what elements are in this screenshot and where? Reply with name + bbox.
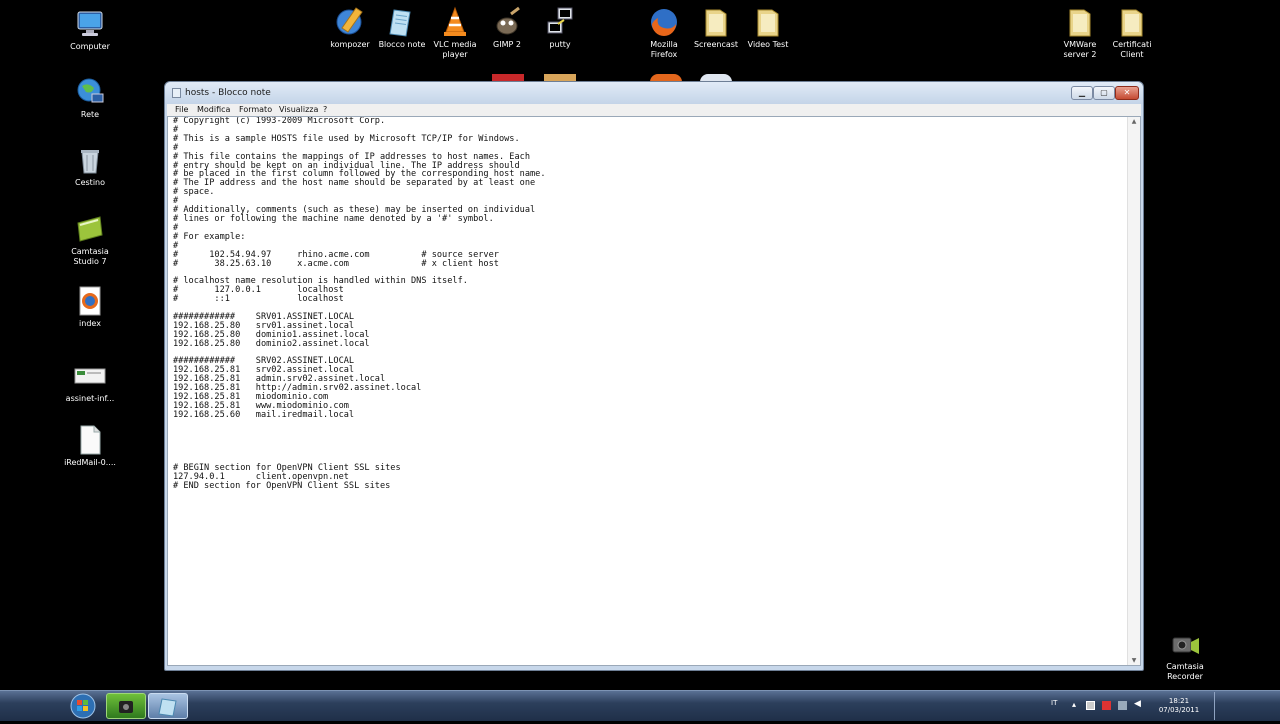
notepad-icon bbox=[386, 6, 418, 38]
vertical-scrollbar[interactable]: ▲ ▼ bbox=[1127, 117, 1140, 665]
notepad-app-icon bbox=[172, 88, 181, 98]
close-button[interactable]: ✕ bbox=[1115, 86, 1139, 100]
notepad-window[interactable]: hosts - Blocco note ▁ ▢ ✕ File Modifica … bbox=[164, 81, 1144, 671]
network-icon[interactable] bbox=[1118, 701, 1127, 710]
firefox-icon bbox=[648, 6, 680, 38]
desktop-icon-label: Computer bbox=[70, 42, 110, 51]
desktop-icon-certificati-client[interactable]: Certificati Client bbox=[1100, 6, 1164, 60]
desktop-icon-putty[interactable]: putty bbox=[528, 6, 592, 50]
menu-modifica[interactable]: Modifica bbox=[197, 104, 230, 116]
desktop-icon-camtasia-recorder[interactable]: Camtasia Recorder bbox=[1153, 628, 1217, 682]
menu-visualizza[interactable]: Visualizza bbox=[279, 104, 318, 116]
file-document-icon bbox=[74, 424, 106, 456]
taskbar-camtasia-button[interactable] bbox=[106, 693, 146, 719]
desktop-icon-cestino[interactable]: Cestino bbox=[58, 144, 122, 188]
desktop-icon-index[interactable]: index bbox=[58, 285, 122, 329]
putty-terminal-icon bbox=[544, 6, 576, 38]
desktop-icon-label: assinet-inf... bbox=[65, 394, 115, 403]
desktop-icon-video-test[interactable]: Video Test bbox=[736, 6, 800, 50]
desktop-icon-label: Rete bbox=[80, 110, 100, 119]
clock-time: 18:21 bbox=[1168, 697, 1190, 705]
vlc-cone-icon bbox=[439, 6, 471, 38]
window-titlebar[interactable]: hosts - Blocco note ▁ ▢ ✕ bbox=[165, 82, 1143, 104]
image-thumbnail-icon bbox=[74, 360, 106, 392]
clock-date: 07/03/2011 bbox=[1158, 706, 1200, 714]
notepad-icon bbox=[158, 698, 177, 717]
desktop-icon-computer[interactable]: Computer bbox=[58, 8, 122, 52]
minimize-button[interactable]: ▁ bbox=[1071, 86, 1093, 100]
maximize-icon: ▢ bbox=[1100, 88, 1108, 97]
start-button[interactable] bbox=[68, 693, 98, 719]
desktop-icon-camtasia-studio[interactable]: Camtasia Studio 7 bbox=[58, 213, 122, 267]
windows-logo-icon bbox=[70, 693, 96, 719]
camtasia-recorder-icon bbox=[119, 701, 133, 713]
folder-icon bbox=[1064, 6, 1096, 38]
menu-formato[interactable]: Formato bbox=[239, 104, 272, 116]
taskbar-notepad-button[interactable] bbox=[148, 693, 188, 719]
desktop-icon-label: Certificati Client bbox=[1112, 40, 1152, 59]
scroll-down-icon[interactable]: ▼ bbox=[1130, 657, 1138, 664]
window-title: hosts - Blocco note bbox=[185, 88, 271, 98]
flag-icon[interactable] bbox=[1086, 701, 1095, 710]
recycle-bin-icon bbox=[74, 144, 106, 176]
minimize-icon: ▁ bbox=[1078, 88, 1086, 97]
desktop-icon-label: putty bbox=[549, 40, 571, 49]
desktop-icon-label: Video Test bbox=[747, 40, 789, 49]
taskbar-clock[interactable]: 18:21 07/03/2011 bbox=[1156, 697, 1202, 715]
desktop-icon-iredmail[interactable]: iRedMail-0.... bbox=[58, 424, 122, 468]
hosts-file-content[interactable]: # Copyright (c) 1993-2009 Microsoft Corp… bbox=[173, 117, 1124, 665]
desktop-icon-label: index bbox=[79, 319, 101, 328]
desktop-icon-assinet[interactable]: assinet-inf... bbox=[58, 360, 122, 404]
desktop-icon-label: Cestino bbox=[75, 178, 105, 187]
close-icon: ✕ bbox=[1123, 88, 1131, 97]
speaker-icon[interactable]: ◀ bbox=[1134, 699, 1141, 709]
camtasia-studio-icon bbox=[74, 213, 106, 245]
gimp-icon bbox=[491, 6, 523, 38]
tray-app-icon[interactable] bbox=[1102, 701, 1111, 710]
network-globe-icon bbox=[74, 76, 106, 108]
menu-file[interactable]: File bbox=[175, 104, 188, 116]
computer-icon bbox=[74, 8, 106, 40]
desktop-icon-label: Camtasia Studio 7 bbox=[71, 247, 109, 266]
menu-help[interactable]: ? bbox=[323, 104, 327, 116]
desktop-icon-label: Camtasia Recorder bbox=[1166, 662, 1204, 681]
scroll-up-icon[interactable]: ▲ bbox=[1130, 118, 1138, 125]
kompozer-globe-icon bbox=[334, 6, 366, 38]
folder-icon bbox=[700, 6, 732, 38]
desktop-icon-rete[interactable]: Rete bbox=[58, 76, 122, 120]
camtasia-recorder-icon bbox=[1169, 628, 1201, 660]
menu-bar: File Modifica Formato Visualizza ? bbox=[167, 104, 1141, 116]
show-desktop-button[interactable] bbox=[1214, 692, 1223, 720]
text-editor-area[interactable]: # Copyright (c) 1993-2009 Microsoft Corp… bbox=[167, 116, 1141, 666]
maximize-button[interactable]: ▢ bbox=[1093, 86, 1115, 100]
folder-icon bbox=[1116, 6, 1148, 38]
folder-icon bbox=[752, 6, 784, 38]
firefox-document-icon bbox=[74, 285, 106, 317]
tray-expand-icon[interactable]: ▴ bbox=[1072, 700, 1076, 709]
desktop-icon-label: iRedMail-0.... bbox=[64, 458, 116, 467]
